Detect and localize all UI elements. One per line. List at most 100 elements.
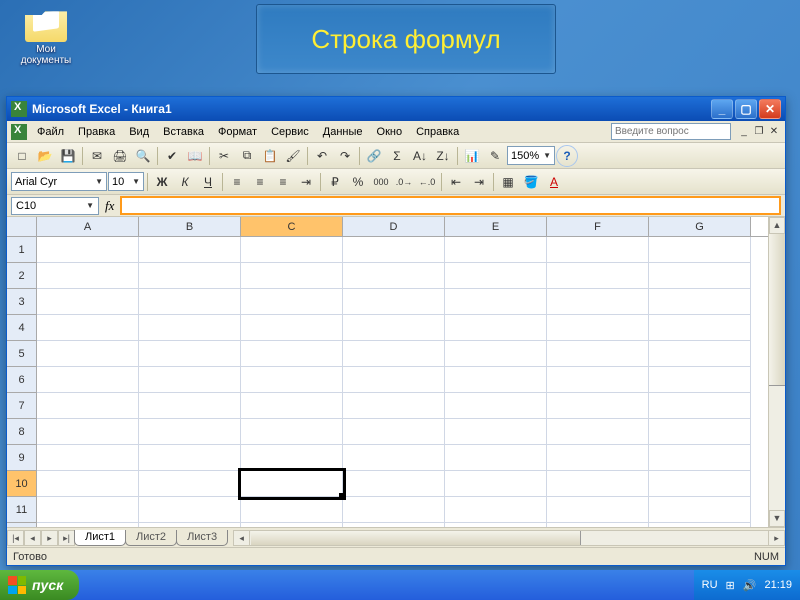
spellcheck-button[interactable]: ✔	[161, 145, 183, 167]
cell-C7[interactable]	[241, 393, 343, 419]
close-button[interactable]: ✕	[759, 99, 781, 119]
row-header-11[interactable]: 11	[7, 497, 37, 523]
cell-E8[interactable]	[445, 419, 547, 445]
cell-F2[interactable]	[547, 263, 649, 289]
language-indicator[interactable]: RU	[702, 579, 718, 591]
cell-E4[interactable]	[445, 315, 547, 341]
save-button[interactable]: 💾	[57, 145, 79, 167]
cell-F8[interactable]	[547, 419, 649, 445]
cell-A5[interactable]	[37, 341, 139, 367]
sheet-tab-Лист1[interactable]: Лист1	[74, 530, 126, 546]
cell-B10[interactable]	[139, 471, 241, 497]
maximize-button[interactable]: ▢	[735, 99, 757, 119]
cell-G10[interactable]	[649, 471, 751, 497]
row-header-9[interactable]: 9	[7, 445, 37, 471]
cell-B9[interactable]	[139, 445, 241, 471]
menu-format[interactable]: Формат	[212, 124, 263, 140]
new-button[interactable]: □	[11, 145, 33, 167]
bold-button[interactable]: Ж	[151, 171, 173, 193]
cut-button[interactable]: ✂	[213, 145, 235, 167]
mail-button[interactable]: ✉	[86, 145, 108, 167]
menu-view[interactable]: Вид	[123, 124, 155, 140]
cell-E11[interactable]	[445, 497, 547, 523]
row-header-10[interactable]: 10	[7, 471, 37, 497]
mdi-minimize[interactable]: _	[737, 125, 751, 139]
desktop-my-documents[interactable]: Мои документы	[16, 6, 76, 66]
cell-F9[interactable]	[547, 445, 649, 471]
cell-C9[interactable]	[241, 445, 343, 471]
sheet-tab-Лист2[interactable]: Лист2	[125, 530, 177, 546]
cell-G7[interactable]	[649, 393, 751, 419]
cell-F5[interactable]	[547, 341, 649, 367]
row-header-2[interactable]: 2	[7, 263, 37, 289]
cell-D10[interactable]	[343, 471, 445, 497]
cell-G3[interactable]	[649, 289, 751, 315]
cell-B7[interactable]	[139, 393, 241, 419]
align-right-button[interactable]: ≡	[272, 171, 294, 193]
research-button[interactable]: 📖	[184, 145, 206, 167]
cell-G12[interactable]	[649, 523, 751, 527]
zoom-dropdown[interactable]: 150%▼	[507, 146, 555, 165]
cell-B2[interactable]	[139, 263, 241, 289]
menu-window[interactable]: Окно	[371, 124, 409, 140]
cell-D9[interactable]	[343, 445, 445, 471]
column-header-F[interactable]: F	[547, 217, 649, 236]
cell-D7[interactable]	[343, 393, 445, 419]
redo-button[interactable]: ↷	[334, 145, 356, 167]
vscroll-track[interactable]	[769, 234, 785, 510]
cell-C4[interactable]	[241, 315, 343, 341]
cell-B4[interactable]	[139, 315, 241, 341]
cell-E10[interactable]	[445, 471, 547, 497]
cell-A11[interactable]	[37, 497, 139, 523]
sheet-nav-last[interactable]: ▸|	[58, 530, 75, 546]
cell-B5[interactable]	[139, 341, 241, 367]
merge-center-button[interactable]: ⇥	[295, 171, 317, 193]
clock[interactable]: 21:19	[764, 579, 792, 591]
cell-B6[interactable]	[139, 367, 241, 393]
cell-D5[interactable]	[343, 341, 445, 367]
scroll-down-button[interactable]: ▼	[769, 510, 785, 527]
system-tray[interactable]: RU ⊞ 🔊 21:19	[694, 570, 800, 600]
column-header-D[interactable]: D	[343, 217, 445, 236]
cell-C5[interactable]	[241, 341, 343, 367]
cell-A4[interactable]	[37, 315, 139, 341]
sort-desc-button[interactable]: Z↓	[432, 145, 454, 167]
cell-C3[interactable]	[241, 289, 343, 315]
titlebar[interactable]: Microsoft Excel - Книга1 _ ▢ ✕	[7, 97, 785, 121]
font-name-dropdown[interactable]: Arial Cyr▼	[11, 172, 107, 191]
currency-button[interactable]: ₽	[324, 171, 346, 193]
name-box[interactable]: C10▼	[11, 197, 99, 215]
cell-G8[interactable]	[649, 419, 751, 445]
vscroll-thumb[interactable]	[769, 234, 785, 386]
cell-C11[interactable]	[241, 497, 343, 523]
cell-F10[interactable]	[547, 471, 649, 497]
workbook-icon[interactable]	[11, 124, 27, 140]
row-header-12[interactable]: 12	[7, 523, 37, 527]
help-search-input[interactable]	[611, 123, 731, 140]
cell-A7[interactable]	[37, 393, 139, 419]
increase-indent-button[interactable]: ⇥	[468, 171, 490, 193]
tray-icon[interactable]: ⊞	[726, 579, 735, 592]
increase-decimal-button[interactable]: .0→	[393, 171, 415, 193]
print-button[interactable]: 🖨	[109, 145, 131, 167]
italic-button[interactable]: К	[174, 171, 196, 193]
cell-G6[interactable]	[649, 367, 751, 393]
row-header-5[interactable]: 5	[7, 341, 37, 367]
fill-color-button[interactable]: 🪣	[520, 171, 542, 193]
cell-C10[interactable]	[241, 471, 343, 497]
sheet-nav-next[interactable]: ▸	[41, 530, 58, 546]
copy-button[interactable]: ⧉	[236, 145, 258, 167]
cell-A6[interactable]	[37, 367, 139, 393]
row-header-8[interactable]: 8	[7, 419, 37, 445]
percent-button[interactable]: %	[347, 171, 369, 193]
menu-insert[interactable]: Вставка	[157, 124, 210, 140]
mdi-close[interactable]: ✕	[767, 125, 781, 139]
cell-F1[interactable]	[547, 237, 649, 263]
chart-wizard-button[interactable]: 📊	[461, 145, 483, 167]
formula-input[interactable]	[122, 198, 779, 213]
column-header-C[interactable]: C	[241, 217, 343, 236]
cell-B1[interactable]	[139, 237, 241, 263]
sheet-nav-prev[interactable]: ◂	[24, 530, 41, 546]
cell-C12[interactable]	[241, 523, 343, 527]
cell-G1[interactable]	[649, 237, 751, 263]
